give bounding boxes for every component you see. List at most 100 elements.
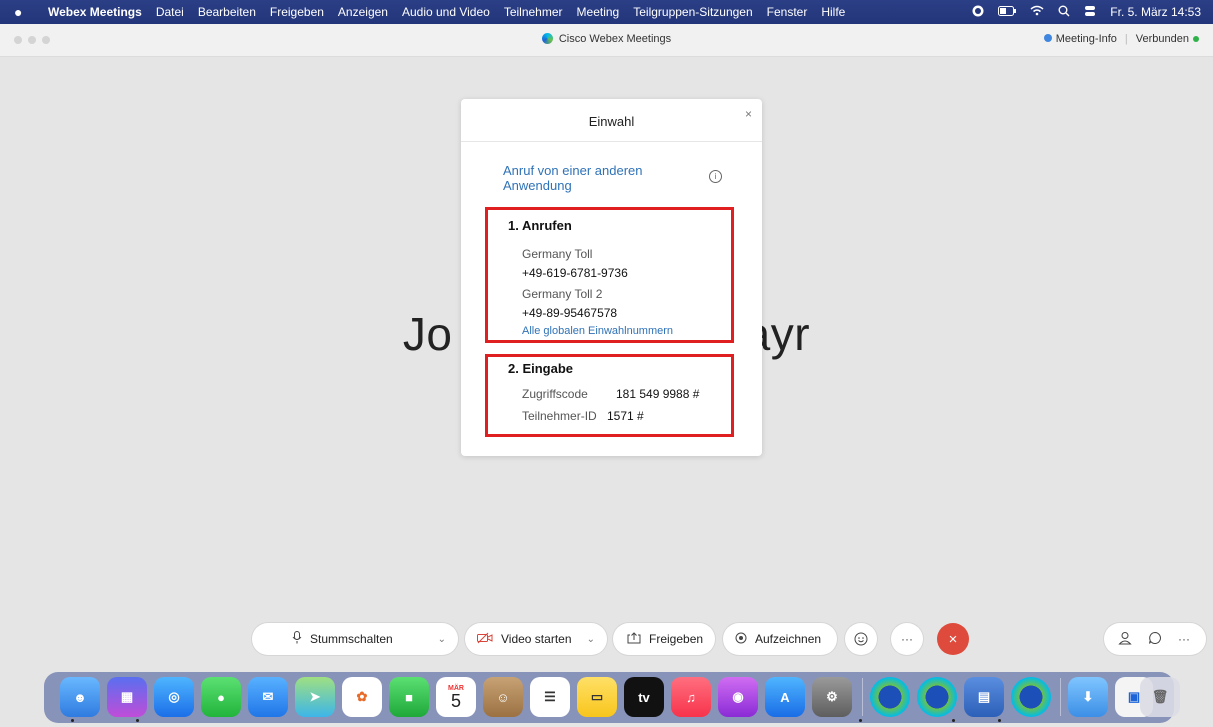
preview-icon[interactable]: ▤ bbox=[964, 677, 1004, 717]
mute-label: Stummschalten bbox=[310, 632, 393, 646]
messages-icon[interactable]: ● bbox=[201, 677, 241, 717]
apple-menu-icon[interactable]: ● bbox=[14, 4, 30, 20]
chevron-down-icon[interactable]: ⌄ bbox=[587, 634, 595, 645]
meeting-status-area: Meeting-Info | Verbunden bbox=[1043, 33, 1199, 45]
call-from-app-link[interactable]: Anruf von einer anderen Anwendung bbox=[503, 163, 663, 193]
dock-divider bbox=[862, 678, 863, 716]
menu-app-name[interactable]: Webex Meetings bbox=[48, 5, 142, 19]
window-titlebar: Cisco Webex Meetings Meeting-Info | Verb… bbox=[0, 24, 1213, 57]
meeting-info-button[interactable]: Meeting-Info bbox=[1043, 33, 1117, 45]
control-center-icon[interactable] bbox=[1084, 5, 1096, 20]
battery-icon[interactable] bbox=[998, 5, 1017, 19]
wifi-icon[interactable] bbox=[1030, 5, 1044, 19]
chevron-down-icon[interactable]: ⌄ bbox=[438, 634, 446, 645]
record-label: Aufzeichnen bbox=[755, 632, 822, 646]
launchpad-icon[interactable]: ▦ bbox=[107, 677, 147, 717]
enter-step-box: 2. Eingabe Zugriffscode 181 549 9988 # T… bbox=[485, 354, 734, 437]
apple-tv-label: tv bbox=[638, 689, 650, 705]
reminders-icon[interactable]: ☰ bbox=[530, 677, 570, 717]
trash-icon[interactable]: 🗑 bbox=[1140, 677, 1180, 717]
webex-status-icon[interactable] bbox=[972, 5, 984, 20]
dock-divider bbox=[1060, 678, 1061, 716]
step1-title: 1. Anrufen bbox=[508, 218, 572, 233]
info-icon[interactable]: i bbox=[709, 170, 722, 183]
phone-number: +49-619-6781-9736 bbox=[522, 266, 628, 280]
menu-fenster[interactable]: Fenster bbox=[767, 5, 808, 19]
running-indicator bbox=[952, 719, 955, 722]
app-store-icon[interactable]: A bbox=[765, 677, 805, 717]
safari-icon[interactable]: ◎ bbox=[154, 677, 194, 717]
music-icon[interactable]: ♫ bbox=[671, 677, 711, 717]
share-button[interactable]: Freigeben bbox=[613, 623, 715, 655]
webex-logo-icon bbox=[541, 33, 553, 44]
all-global-numbers-link[interactable]: Alle globalen Einwahlnummern bbox=[522, 325, 673, 337]
connection-status: Verbunden bbox=[1136, 33, 1199, 45]
maps-icon[interactable]: ➤ bbox=[295, 677, 335, 717]
meeting-info-label: Meeting-Info bbox=[1055, 33, 1117, 45]
macos-menubar: ● Webex Meetings Datei Bearbeiten Freige… bbox=[0, 0, 1213, 24]
access-code-value: 181 549 9988 # bbox=[616, 387, 700, 401]
window-title: Cisco Webex Meetings bbox=[0, 33, 1213, 45]
webex-meetings-icon[interactable] bbox=[917, 677, 957, 717]
participant-id-label: Teilnehmer-ID bbox=[522, 409, 597, 423]
apple-tv-icon[interactable]: tv bbox=[624, 677, 664, 717]
running-indicator bbox=[136, 719, 139, 722]
window-title-text: Cisco Webex Meetings bbox=[558, 33, 672, 45]
menu-hilfe[interactable]: Hilfe bbox=[821, 5, 845, 19]
reactions-button[interactable] bbox=[845, 623, 877, 655]
webex-teams-icon[interactable] bbox=[1011, 677, 1051, 717]
webex-app-icon[interactable] bbox=[870, 677, 910, 717]
participant-id-value: 1571 # bbox=[607, 409, 644, 423]
chat-panel-icon[interactable] bbox=[1148, 631, 1162, 648]
photos-icon[interactable]: ✿ bbox=[342, 677, 382, 717]
panel-controls: ··· bbox=[1104, 623, 1206, 655]
start-video-button[interactable]: Video starten ⌄ bbox=[465, 623, 607, 655]
spotlight-search-icon[interactable] bbox=[1058, 5, 1070, 20]
finder-icon[interactable]: ☻ bbox=[60, 677, 100, 717]
video-off-icon bbox=[477, 632, 493, 647]
dialog-close-icon[interactable]: × bbox=[745, 107, 752, 121]
podcasts-icon[interactable]: ◉ bbox=[718, 677, 758, 717]
menu-teilgruppen[interactable]: Teilgruppen-Sitzungen bbox=[633, 5, 752, 19]
record-icon bbox=[735, 632, 747, 647]
macos-dock: ☻ ▦ ◎ ● ✉ ➤ ✿ ■ MÄR 5 ☺ ☰ ▭ tv ♫ ◉ A ⚙ ▤… bbox=[44, 672, 1180, 723]
webex-window: Cisco Webex Meetings Meeting-Info | Verb… bbox=[0, 24, 1213, 727]
record-button[interactable]: Aufzeichnen bbox=[723, 623, 837, 655]
calendar-icon[interactable]: MÄR 5 bbox=[436, 677, 476, 717]
more-panels-icon[interactable]: ··· bbox=[1178, 632, 1190, 646]
connected-indicator-icon bbox=[1193, 36, 1199, 42]
end-meeting-button[interactable]: × bbox=[937, 623, 969, 655]
menu-freigeben[interactable]: Freigeben bbox=[270, 5, 324, 19]
mail-icon[interactable]: ✉ bbox=[248, 677, 288, 717]
menubar-clock[interactable]: Fr. 5. März 14:53 bbox=[1110, 5, 1201, 19]
menu-anzeigen[interactable]: Anzeigen bbox=[338, 5, 388, 19]
start-video-label: Video starten bbox=[501, 632, 572, 646]
menu-datei[interactable]: Datei bbox=[156, 5, 184, 19]
dialog-header: Einwahl × bbox=[461, 99, 762, 142]
microphone-icon bbox=[292, 631, 302, 647]
mute-button[interactable]: Stummschalten ⌄ bbox=[252, 623, 458, 655]
running-indicator bbox=[998, 719, 1001, 722]
number-label: Germany Toll 2 bbox=[522, 287, 603, 301]
dialog-title: Einwahl bbox=[588, 114, 635, 129]
participants-panel-icon[interactable] bbox=[1118, 631, 1132, 648]
menu-meeting[interactable]: Meeting bbox=[577, 5, 620, 19]
downloads-folder-icon[interactable]: ⬇ bbox=[1068, 677, 1108, 717]
divider: | bbox=[1124, 33, 1128, 45]
phone-number: +49-89-95467578 bbox=[522, 306, 618, 320]
system-preferences-icon[interactable]: ⚙ bbox=[812, 677, 852, 717]
access-code-label: Zugriffscode bbox=[522, 387, 588, 401]
facetime-icon[interactable]: ■ bbox=[389, 677, 429, 717]
emoji-icon bbox=[854, 632, 868, 646]
dial-in-dialog: Einwahl × Anruf von einer anderen Anwend… bbox=[461, 99, 762, 456]
notes-icon[interactable]: ▭ bbox=[577, 677, 617, 717]
menu-bearbeiten[interactable]: Bearbeiten bbox=[198, 5, 256, 19]
connection-status-label: Verbunden bbox=[1135, 33, 1189, 45]
call-step-box: 1. Anrufen Germany Toll +49-619-6781-973… bbox=[485, 207, 734, 343]
more-options-button[interactable]: ··· bbox=[891, 623, 923, 655]
menu-teilnehmer[interactable]: Teilnehmer bbox=[504, 5, 563, 19]
share-icon bbox=[627, 631, 641, 647]
menu-audio-video[interactable]: Audio und Video bbox=[402, 5, 490, 19]
contacts-icon[interactable]: ☺ bbox=[483, 677, 523, 717]
number-label: Germany Toll bbox=[522, 247, 593, 261]
